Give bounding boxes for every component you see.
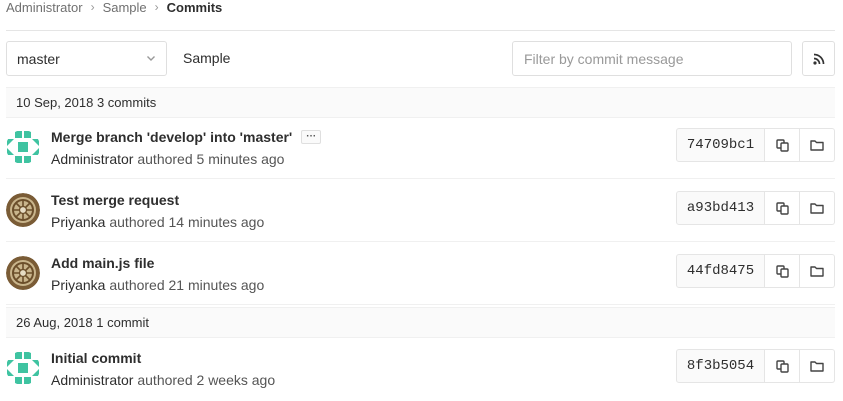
folder-icon (810, 140, 824, 151)
browse-files-button[interactable] (800, 191, 835, 225)
breadcrumb-separator: › (154, 0, 159, 14)
expand-description-button[interactable]: ··· (301, 130, 322, 144)
commit-author[interactable]: Priyanka (51, 277, 105, 293)
commit-actions: 44fd8475 (676, 254, 835, 288)
commit-row: Test merge request Priyanka authored 14 … (6, 180, 835, 242)
breadcrumb-separator: › (90, 0, 95, 14)
rss-button[interactable] (802, 41, 835, 76)
day-header-label: 10 Sep, 2018 3 commits (16, 95, 157, 110)
day-header: 26 Aug, 2018 1 commit (6, 307, 835, 338)
commit-author[interactable]: Priyanka (51, 214, 105, 230)
copy-sha-button[interactable] (765, 128, 800, 162)
commit-title: Merge branch 'develop' into 'master' ··· (51, 129, 322, 145)
copy-icon (775, 138, 789, 152)
chevron-down-icon (147, 56, 155, 61)
commit-title-link[interactable]: Add main.js file (51, 255, 154, 271)
avatar[interactable] (6, 193, 40, 227)
copy-icon (775, 201, 789, 215)
folder-icon (810, 266, 824, 277)
copy-sha-button[interactable] (765, 191, 800, 225)
commit-title-link[interactable]: Initial commit (51, 350, 141, 366)
commit-row: Merge branch 'develop' into 'master' ···… (6, 117, 835, 179)
avatar[interactable] (6, 351, 40, 385)
commit-meta: Administrator authored 5 minutes ago (51, 151, 284, 167)
commit-actions: 8f3b5054 (676, 349, 835, 383)
folder-icon (810, 361, 824, 372)
commit-authored-time: authored 21 minutes ago (109, 277, 265, 293)
breadcrumb-current: Commits (166, 0, 223, 15)
commit-title: Initial commit (51, 350, 141, 366)
commit-title: Add main.js file (51, 255, 154, 271)
commit-meta: Administrator authored 2 weeks ago (51, 372, 275, 388)
commit-authored-time: authored 14 minutes ago (109, 214, 265, 230)
folder-icon (810, 203, 824, 214)
project-name: Sample (183, 50, 231, 66)
commit-row: Add main.js file Priyanka authored 21 mi… (6, 243, 835, 305)
commit-sha[interactable]: a93bd413 (676, 191, 765, 225)
breadcrumb: Administrator › Sample › Commits (6, 0, 223, 15)
branch-dropdown[interactable]: master (6, 41, 167, 76)
avatar[interactable] (6, 130, 40, 164)
filter-commits-input[interactable] (512, 41, 792, 76)
commit-title-link[interactable]: Merge branch 'develop' into 'master' (51, 129, 292, 145)
copy-sha-button[interactable] (765, 349, 800, 383)
browse-files-button[interactable] (800, 128, 835, 162)
branch-dropdown-value: master (17, 50, 60, 67)
commit-sha[interactable]: 74709bc1 (676, 128, 765, 162)
commit-authored-time: authored 2 weeks ago (137, 372, 276, 388)
commit-author[interactable]: Administrator (51, 151, 133, 167)
commit-meta: Priyanka authored 21 minutes ago (51, 277, 264, 293)
day-header: 10 Sep, 2018 3 commits (6, 87, 835, 118)
browse-files-button[interactable] (800, 254, 835, 288)
commit-sha[interactable]: 8f3b5054 (676, 349, 765, 383)
header-divider (6, 30, 835, 31)
copy-sha-button[interactable] (765, 254, 800, 288)
rss-icon (812, 53, 824, 65)
copy-icon (775, 359, 789, 373)
commit-title: Test merge request (51, 192, 179, 208)
commit-actions: 74709bc1 (676, 128, 835, 162)
day-header-label: 26 Aug, 2018 1 commit (16, 315, 149, 330)
commit-title-link[interactable]: Test merge request (51, 192, 179, 208)
commit-authored-time: authored 5 minutes ago (137, 151, 285, 167)
commit-meta: Priyanka authored 14 minutes ago (51, 214, 264, 230)
commit-sha[interactable]: 44fd8475 (676, 254, 765, 288)
commit-row: Initial commit Administrator authored 2 … (6, 338, 835, 400)
avatar[interactable] (6, 256, 40, 290)
breadcrumb-item-sample[interactable]: Sample (103, 0, 147, 15)
copy-icon (775, 264, 789, 278)
breadcrumb-item-administrator[interactable]: Administrator (6, 0, 83, 15)
commit-author[interactable]: Administrator (51, 372, 133, 388)
commit-actions: a93bd413 (676, 191, 835, 225)
browse-files-button[interactable] (800, 349, 835, 383)
